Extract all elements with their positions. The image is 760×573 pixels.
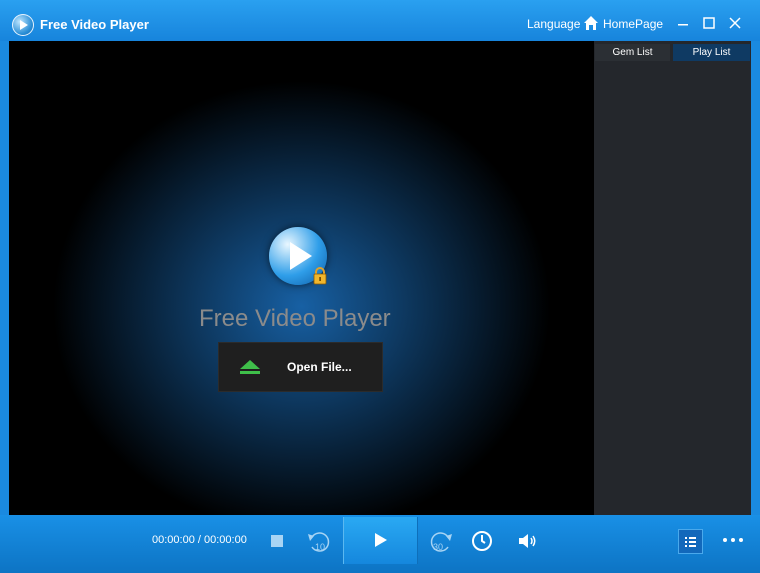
rewind-icon[interactable]: 10: [306, 529, 332, 553]
forward-icon[interactable]: 30: [428, 529, 454, 553]
open-file-button[interactable]: Open File...: [218, 342, 383, 392]
playlist-toggle-button[interactable]: [678, 529, 703, 554]
app-logo-icon: [12, 14, 34, 36]
stop-icon[interactable]: [265, 529, 289, 553]
homepage-link[interactable]: HomePage: [603, 17, 663, 31]
play-button[interactable]: [343, 517, 418, 564]
more-icon[interactable]: [722, 530, 744, 550]
language-menu[interactable]: Language: [527, 17, 580, 31]
control-bar: 00:00:00 / 00:00:00 10 30: [0, 515, 760, 573]
lock-icon: [313, 267, 327, 285]
close-icon[interactable]: [726, 14, 744, 32]
time-display: 00:00:00 / 00:00:00: [152, 534, 247, 546]
eject-icon: [240, 360, 260, 374]
volume-icon[interactable]: [516, 529, 540, 553]
center-title: Free Video Player: [199, 305, 391, 332]
home-icon[interactable]: [583, 15, 599, 31]
rewind-seconds: 10: [315, 542, 325, 552]
tab-play-list[interactable]: Play List: [673, 44, 750, 61]
app-window: Free Video Player Language HomePage Free…: [0, 0, 760, 573]
timer-icon[interactable]: [470, 529, 494, 553]
play-icon: [374, 532, 388, 553]
sidebar-panel: Gem List Play List: [594, 41, 751, 515]
window-title: Free Video Player: [40, 17, 149, 32]
forward-seconds: 30: [433, 542, 443, 552]
maximize-icon[interactable]: [700, 14, 718, 32]
tab-gem-list[interactable]: Gem List: [595, 44, 670, 61]
title-bar: Free Video Player Language HomePage: [0, 0, 760, 41]
open-file-label: Open File...: [287, 360, 352, 374]
minimize-icon[interactable]: [674, 14, 692, 32]
playlist-icon: [685, 537, 696, 547]
